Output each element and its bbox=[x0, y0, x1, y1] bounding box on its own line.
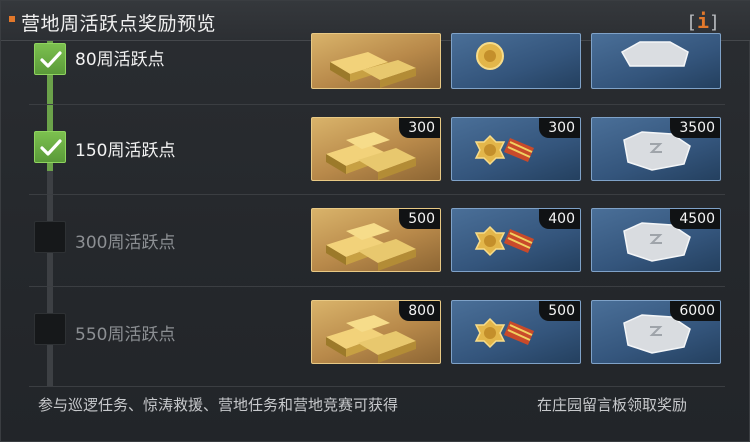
reward-amount: 400 bbox=[539, 209, 580, 229]
reward-card-silver-stone[interactable]: 3500 bbox=[591, 117, 721, 181]
tier-label: 80周活跃点 bbox=[75, 50, 165, 70]
info-button[interactable]: [i] bbox=[683, 9, 723, 33]
footer-claim-hint: 在庄园留言板领取奖励 bbox=[537, 396, 688, 414]
reward-card-medal[interactable]: 500 bbox=[451, 300, 581, 364]
reward-card-medal[interactable]: 300 bbox=[451, 117, 581, 181]
tier-label: 300周活跃点 bbox=[75, 233, 176, 253]
reward-card-gold-bars[interactable]: 500 bbox=[311, 208, 441, 272]
tier-divider bbox=[29, 194, 725, 195]
reward-amount: 500 bbox=[399, 209, 440, 229]
reward-amount: 4500 bbox=[670, 209, 720, 229]
checkmark-icon bbox=[40, 51, 62, 68]
reward-amount: 800 bbox=[399, 301, 440, 321]
reward-card-gold-bars[interactable]: 300 bbox=[311, 117, 441, 181]
tier-checkbox bbox=[34, 221, 66, 253]
reward-amount: 3500 bbox=[670, 118, 720, 138]
gold-bars-icon bbox=[330, 52, 416, 88]
tier-divider bbox=[29, 104, 725, 105]
tier-row: 300周活跃点 500 400 4500 bbox=[1, 201, 750, 277]
panel-title: 营地周活跃点奖励预览 bbox=[21, 13, 217, 35]
tier-label: 150周活跃点 bbox=[75, 141, 176, 161]
tier-label: 550周活跃点 bbox=[75, 325, 176, 345]
tier-checkbox bbox=[34, 313, 66, 345]
tier-checkbox bbox=[34, 131, 66, 163]
reward-card-silver-stone[interactable] bbox=[591, 33, 721, 89]
reward-card-gold-bars[interactable] bbox=[311, 33, 441, 89]
tier-checkbox bbox=[34, 43, 66, 75]
header-accent-mark bbox=[9, 16, 15, 22]
checkmark-icon bbox=[40, 139, 62, 156]
footer-divider bbox=[29, 386, 725, 387]
reward-amount: 300 bbox=[539, 118, 580, 138]
tier-divider bbox=[29, 286, 725, 287]
reward-card-silver-stone[interactable]: 6000 bbox=[591, 300, 721, 364]
tier-row: 150周活跃点 300 300 3500 bbox=[1, 111, 750, 187]
reward-preview-panel: 营地周活跃点奖励预览 [i] 80周活跃点 150周活跃点 300 300 35… bbox=[0, 0, 750, 442]
reward-amount: 500 bbox=[539, 301, 580, 321]
silver-stone-icon bbox=[620, 41, 689, 67]
reward-card-medal[interactable]: 400 bbox=[451, 208, 581, 272]
reward-card-medal[interactable] bbox=[451, 33, 581, 89]
reward-amount: 6000 bbox=[670, 301, 720, 321]
tier-row: 550周活跃点 800 500 6000 bbox=[1, 293, 750, 369]
footer-source-hint: 参与巡逻任务、惊涛救援、营地任务和营地竞赛可获得 bbox=[38, 396, 399, 414]
reward-card-gold-bars[interactable]: 800 bbox=[311, 300, 441, 364]
reward-card-silver-stone[interactable]: 4500 bbox=[591, 208, 721, 272]
reward-amount: 300 bbox=[399, 118, 440, 138]
info-icon: i bbox=[696, 9, 710, 33]
medal-icon bbox=[476, 42, 504, 70]
